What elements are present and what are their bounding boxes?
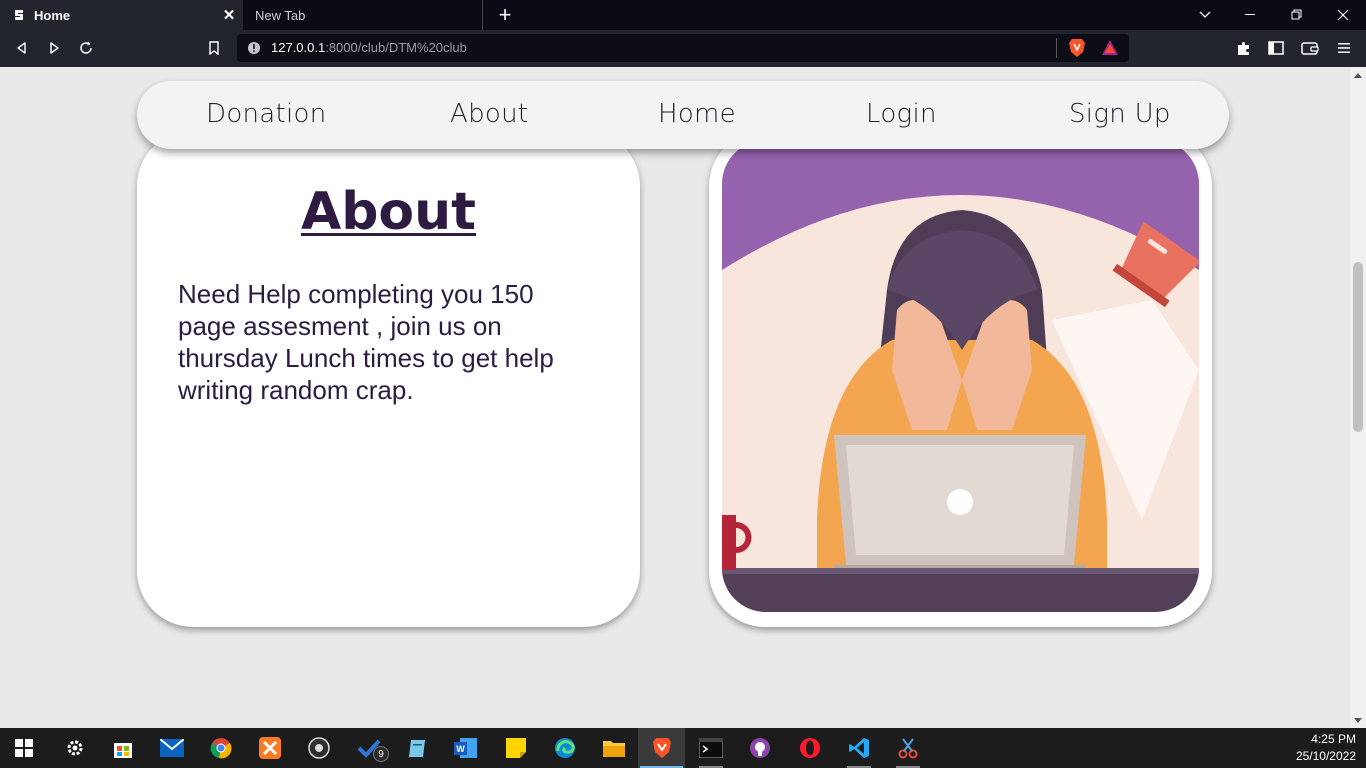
- clock-date: 25/10/2022: [1295, 749, 1356, 763]
- file-explorer-icon[interactable]: [602, 736, 626, 760]
- address-bar[interactable]: 127.0.0.1:8000/club/DTM%20club: [237, 34, 1129, 62]
- sidebar-icon[interactable]: [1265, 37, 1287, 59]
- menu-icon[interactable]: [1333, 37, 1355, 59]
- restore-icon[interactable]: [1274, 0, 1320, 30]
- nav-login[interactable]: Login: [866, 99, 937, 129]
- settings-icon[interactable]: [63, 736, 87, 760]
- scroll-up-arrow-icon[interactable]: [1354, 72, 1362, 78]
- nav-about[interactable]: About: [450, 99, 528, 129]
- tab-title: Home: [34, 7, 71, 23]
- wallet-icon[interactable]: [1299, 37, 1321, 59]
- site-info-icon[interactable]: [247, 41, 261, 60]
- woman-stressed-at-laptop-illustration: [722, 140, 1199, 612]
- about-heading: About: [300, 182, 477, 242]
- nav-home[interactable]: Home: [658, 99, 736, 129]
- word-icon[interactable]: W: [454, 736, 478, 760]
- obs-icon[interactable]: [307, 736, 331, 760]
- terminal-icon[interactable]: [699, 736, 723, 760]
- minimize-icon[interactable]: [1228, 0, 1274, 30]
- svg-text:W: W: [456, 744, 465, 754]
- xampp-icon[interactable]: [258, 736, 282, 760]
- reload-icon[interactable]: [75, 37, 97, 59]
- about-card: About Need Help completing you 150 page …: [137, 130, 640, 627]
- url-host: 127.0.0.1: [271, 40, 326, 55]
- start-icon[interactable]: [12, 736, 36, 760]
- tab-search-chevron-icon[interactable]: [1182, 0, 1228, 30]
- illustration-svg: [722, 140, 1199, 612]
- tab-home[interactable]: Home ✕: [0, 0, 243, 30]
- chrome-icon[interactable]: [209, 736, 233, 760]
- opera-icon[interactable]: [798, 736, 822, 760]
- illustration-card: [709, 130, 1212, 627]
- brave-icon[interactable]: [650, 736, 674, 760]
- nav-sign-up[interactable]: Sign Up: [1069, 99, 1171, 129]
- forward-icon[interactable]: [43, 37, 65, 59]
- windows-taskbar: 9 W 4:25 PM 25/10/2022: [0, 728, 1366, 768]
- url-separator: [1056, 38, 1057, 58]
- bookmark-icon[interactable]: [203, 37, 225, 59]
- close-window-icon[interactable]: [1320, 0, 1366, 30]
- page-scrollbar[interactable]: [1350, 67, 1366, 728]
- url-path: :8000/club/DTM%20club: [325, 40, 467, 55]
- github-desktop-icon[interactable]: [748, 736, 772, 760]
- brave-shield-icon[interactable]: [1068, 38, 1086, 63]
- tab-bar: Home ✕ New Tab +: [0, 0, 1366, 30]
- tab-new-tab[interactable]: New Tab: [243, 0, 483, 30]
- url-text: 127.0.0.1:8000/club/DTM%20club: [271, 40, 467, 55]
- back-icon[interactable]: [11, 37, 33, 59]
- clock-time: 4:25 PM: [1311, 732, 1356, 746]
- new-tab-button[interactable]: +: [494, 4, 516, 26]
- notepad-icon[interactable]: [405, 736, 429, 760]
- page-favicon-icon: [12, 8, 26, 22]
- brave-rewards-icon[interactable]: [1101, 39, 1119, 62]
- main-nav: Donation About Home Login Sign Up: [137, 81, 1229, 149]
- tab-title: New Tab: [255, 7, 306, 23]
- vscode-icon[interactable]: [847, 736, 871, 760]
- scroll-down-arrow-icon[interactable]: [1354, 718, 1362, 724]
- snipping-tool-icon[interactable]: [896, 736, 920, 760]
- about-description: Need Help completing you 150 page assesm…: [178, 279, 554, 405]
- system-clock[interactable]: 4:25 PM 25/10/2022: [1296, 731, 1356, 765]
- edge-icon[interactable]: [553, 736, 577, 760]
- todo-badge: 9: [373, 746, 389, 762]
- sticky-notes-icon[interactable]: [504, 736, 528, 760]
- close-tab-icon[interactable]: ✕: [221, 7, 237, 24]
- mail-icon[interactable]: [160, 736, 184, 760]
- microsoft-store-icon[interactable]: [111, 736, 135, 760]
- page-viewport: Donation About Home Login Sign Up About …: [0, 67, 1350, 728]
- browser-toolbar: 127.0.0.1:8000/club/DTM%20club: [0, 30, 1366, 67]
- nav-donation[interactable]: Donation: [206, 99, 327, 129]
- scroll-thumb[interactable]: [1353, 262, 1363, 432]
- extensions-icon[interactable]: [1233, 37, 1255, 59]
